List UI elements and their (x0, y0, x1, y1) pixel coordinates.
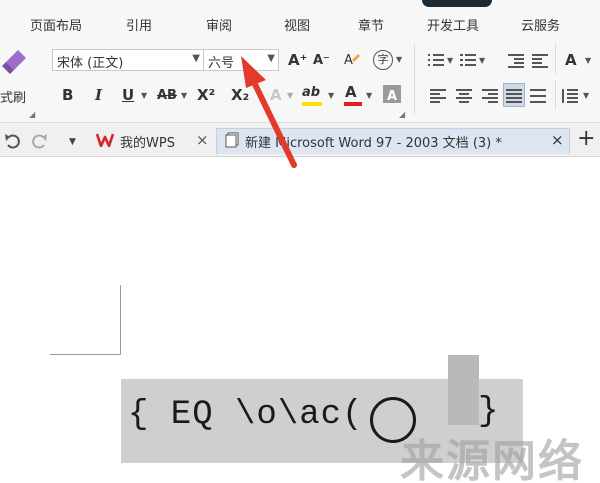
chevron-down-icon[interactable]: ▼ (447, 56, 453, 65)
grow-font-button[interactable]: A⁺ (288, 50, 308, 70)
chevron-down-icon[interactable]: ▼ (141, 91, 147, 100)
group-expand-icon[interactable]: ◢ (399, 110, 405, 119)
menu-page-layout[interactable]: 页面布局 (30, 15, 82, 34)
chevron-down-icon: ▼ (267, 53, 275, 64)
menu-section[interactable]: 章节 (358, 15, 384, 34)
chevron-down-icon[interactable]: ▼ (583, 91, 589, 100)
chevron-down-icon[interactable]: ▼ (181, 91, 187, 100)
bold-button[interactable]: B (62, 85, 73, 105)
wps-logo-icon (96, 133, 114, 147)
increase-indent-icon[interactable] (532, 54, 548, 68)
distributed-align-icon[interactable] (530, 89, 546, 103)
menu-review[interactable]: 审阅 (206, 15, 232, 34)
decrease-indent-icon[interactable] (508, 54, 524, 68)
brush-icon (2, 50, 26, 74)
font-size-value: 六号 (208, 56, 235, 71)
undo-icon[interactable] (4, 133, 22, 149)
new-tab-button[interactable]: + (577, 126, 595, 151)
chevron-down-icon: ▼ (192, 53, 200, 64)
menu-bar: 页面布局 引用 审阅 视图 章节 开发工具 云服务 (0, 0, 600, 38)
align-left-icon[interactable] (430, 89, 446, 103)
highlight-glyph: ab (302, 85, 321, 100)
chevron-down-icon[interactable]: ▼ (396, 55, 402, 64)
character-shading-button[interactable]: A (383, 85, 401, 104)
svg-text:A: A (344, 53, 353, 68)
italic-button[interactable]: I (95, 85, 102, 105)
chevron-down-icon[interactable]: ▼ (328, 91, 334, 100)
highlight-color-bar (302, 102, 322, 106)
chevron-down-icon[interactable]: ▼ (287, 91, 293, 100)
margin-crop-mark (120, 285, 121, 355)
align-right-icon[interactable] (482, 89, 498, 103)
underline-button[interactable]: U (122, 85, 134, 105)
field-shading-block (448, 355, 479, 425)
close-icon[interactable]: × (551, 131, 564, 149)
line-spacing-icon[interactable] (562, 89, 578, 103)
chevron-down-icon[interactable]: ▼ (366, 91, 372, 100)
menu-references[interactable]: 引用 (126, 15, 152, 34)
ribbon-separator (555, 80, 556, 110)
font-name-select[interactable]: 宋体 (正文) ▼ (52, 49, 204, 71)
equation-field-code[interactable]: { EQ \o\ac( (128, 396, 363, 434)
clear-format-icon[interactable]: A (343, 51, 361, 69)
align-center-icon[interactable] (456, 89, 472, 103)
tab-document[interactable]: 新建 Microsoft Word 97 - 2003 文档 (3) * × (216, 128, 570, 154)
window-decoration (422, 0, 492, 7)
format-painter-label: 式刷 (0, 91, 27, 106)
chevron-down-icon[interactable]: ▼ (479, 56, 485, 65)
style-a-button[interactable]: A (565, 50, 577, 70)
bullet-list-icon[interactable] (428, 54, 444, 67)
justify-button[interactable] (503, 83, 525, 107)
ribbon-separator (555, 44, 556, 74)
menu-developer-tools[interactable]: 开发工具 (427, 15, 479, 34)
font-color-button[interactable]: A (342, 82, 364, 108)
tab-label: 新建 Microsoft Word 97 - 2003 文档 (3) * (245, 136, 502, 151)
font-name-value: 宋体 (正文) (57, 56, 124, 71)
text-effect-button[interactable]: A (270, 85, 282, 105)
chevron-down-icon[interactable]: ▼ (69, 137, 76, 147)
phonetic-guide-button[interactable]: 字 (373, 50, 393, 70)
watermark: 来源网络 (400, 436, 584, 483)
redo-icon[interactable] (30, 133, 48, 149)
phonetic-glyph: 字 (377, 53, 389, 66)
close-icon[interactable]: × (196, 131, 209, 149)
ribbon-toolbar: 式刷 ◢ 宋体 (正文) ▼ 六号 ▼ A⁺ A⁻ A 字 ▼ B I U ▼ … (0, 38, 600, 123)
margin-crop-mark (50, 354, 121, 355)
font-color-bar (344, 102, 362, 106)
tab-label: 我的WPS (120, 136, 175, 151)
shrink-font-button[interactable]: A⁻ (313, 51, 330, 71)
font-color-glyph: A (345, 83, 357, 101)
document-icon (225, 132, 239, 148)
highlight-button[interactable]: ab (300, 83, 326, 107)
superscript-button[interactable]: X² (197, 85, 215, 105)
menu-cloud-services[interactable]: 云服务 (521, 15, 560, 34)
menu-view[interactable]: 视图 (284, 15, 310, 34)
subscript-button[interactable]: X₂ (231, 85, 249, 105)
justify-icon (506, 89, 522, 103)
strikethrough-button[interactable]: AB (157, 86, 177, 106)
chevron-down-icon[interactable]: ▼ (585, 56, 591, 65)
tab-my-wps[interactable]: 我的WPS × (90, 128, 216, 154)
numbered-list-icon[interactable] (460, 54, 476, 67)
document-tab-bar: ▼ 我的WPS × 新建 Microsoft Word 97 - 2003 文档… (0, 123, 600, 157)
font-size-select[interactable]: 六号 ▼ (203, 49, 279, 71)
group-expand-icon[interactable]: ◢ (29, 110, 35, 119)
format-painter-button[interactable]: 式刷 (0, 44, 36, 108)
ribbon-separator (414, 44, 415, 114)
character-shading-glyph: A (386, 89, 398, 104)
